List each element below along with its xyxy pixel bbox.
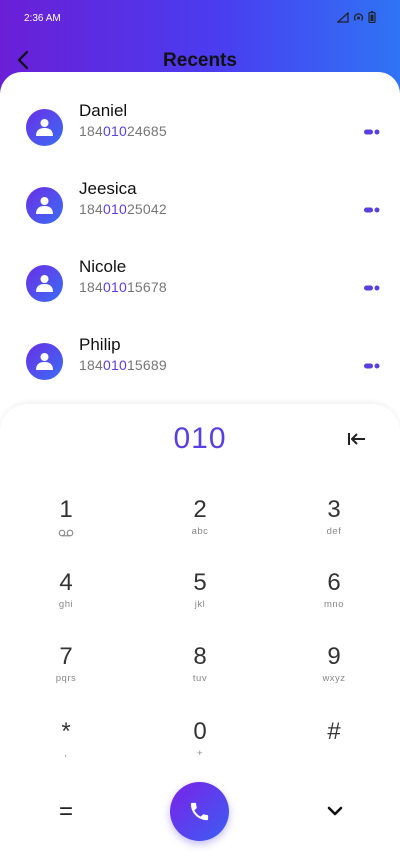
number-suffix: 24685 [126,123,167,139]
key-letters: wxyz [322,673,346,684]
key-letters: , [64,748,68,759]
key-letters: ghi [58,599,74,610]
voicemail-icon [58,529,74,537]
number-match: 010 [102,279,127,295]
contact-name: Daniel [79,101,128,120]
key-letters: pqrs [55,673,77,684]
key-6[interactable]: 6 mno [294,569,374,629]
number-suffix: 15689 [126,357,167,373]
more-options-button[interactable] [364,279,380,291]
number-suffix: 25042 [126,201,167,217]
key-digit: # [327,718,341,745]
key-digit: 2 [193,496,207,523]
contact-row[interactable]: Daniel 18401024685 [0,101,400,187]
dialed-number-display[interactable]: 010 [0,422,400,456]
avatar [26,343,63,380]
backspace-icon [348,433,365,445]
key-7[interactable]: 7 pqrs [26,643,106,703]
key-letters: abc [191,526,209,537]
backspace-button[interactable] [346,430,368,448]
number-match: 010 [102,201,127,217]
key-letters: jkl [194,599,206,610]
person-icon [36,119,53,136]
key-digit: 7 [59,643,73,670]
status-icons [337,11,376,23]
key-digit: 8 [193,643,207,670]
more-options-button[interactable] [364,123,380,135]
contact-number: 18401025042 [79,201,167,217]
key-0[interactable]: 0 + [160,718,240,778]
battery-icon [368,11,376,23]
key-letters: def [326,526,342,537]
key-digit: * [61,718,71,745]
status-time: 2:36 AM [24,13,61,24]
more-dots-icon [364,363,380,369]
number-prefix: 184 [79,123,103,139]
contact-number: 18401015678 [79,279,167,295]
key-digit: 6 [327,569,341,596]
key-digit: 1 [59,496,73,523]
avatar [26,265,63,302]
key-digit: 9 [327,643,341,670]
contact-name: Philip [79,335,121,354]
key-9[interactable]: 9 wxyz [294,643,374,703]
number-prefix: 184 [79,279,103,295]
key-letters: mno [324,599,344,610]
key-3[interactable]: 3 def [294,496,374,556]
menu-equals-button[interactable]: = [54,798,78,826]
key-1[interactable]: 1 [26,496,106,556]
contact-number: 18401015689 [79,357,167,373]
key-digit: 0 [193,718,207,745]
key-hash[interactable]: # [294,718,374,778]
avatar [26,109,63,146]
chevron-down-icon [327,806,343,816]
key-letters: + [196,748,204,759]
person-icon [36,275,53,292]
contact-name: Nicole [79,257,127,276]
more-dots-icon [364,129,380,135]
dialpad: 010 1 2 abc 3 def 4 ghi 5 jkl 6 mno 7 pq… [0,404,400,866]
more-dots-icon [364,285,380,291]
call-button[interactable] [170,782,229,841]
more-options-button[interactable] [364,201,380,213]
more-dots-icon [364,207,380,213]
recents-list: Daniel 18401024685 Jeesica 18401025042 N… [0,72,400,432]
person-icon [36,353,53,370]
key-letters: tuv [192,673,208,684]
number-match: 010 [102,357,127,373]
hotspot-icon [353,12,364,21]
contact-row[interactable]: Jeesica 18401025042 [0,179,400,265]
key-star[interactable]: * , [26,718,106,778]
key-5[interactable]: 5 jkl [160,569,240,629]
key-digit: 5 [193,569,207,596]
contact-number: 18401024685 [79,123,167,139]
person-icon [36,197,53,214]
contact-name: Jeesica [79,179,137,198]
key-8[interactable]: 8 tuv [160,643,240,703]
signal-icon [337,11,349,23]
status-bar: 2:36 AM [24,11,376,27]
key-digit: 3 [327,496,341,523]
avatar [26,187,63,224]
key-4[interactable]: 4 ghi [26,569,106,629]
key-2[interactable]: 2 abc [160,496,240,556]
page-title: Recents [163,50,237,71]
more-options-button[interactable] [364,357,380,369]
key-digit: 4 [59,569,73,596]
number-prefix: 184 [79,357,103,373]
number-suffix: 15678 [126,279,167,295]
collapse-dialpad-button[interactable] [326,804,344,816]
number-prefix: 184 [79,201,103,217]
phone-icon [190,802,209,821]
number-match: 010 [102,123,127,139]
contact-row[interactable]: Nicole 18401015678 [0,257,400,343]
